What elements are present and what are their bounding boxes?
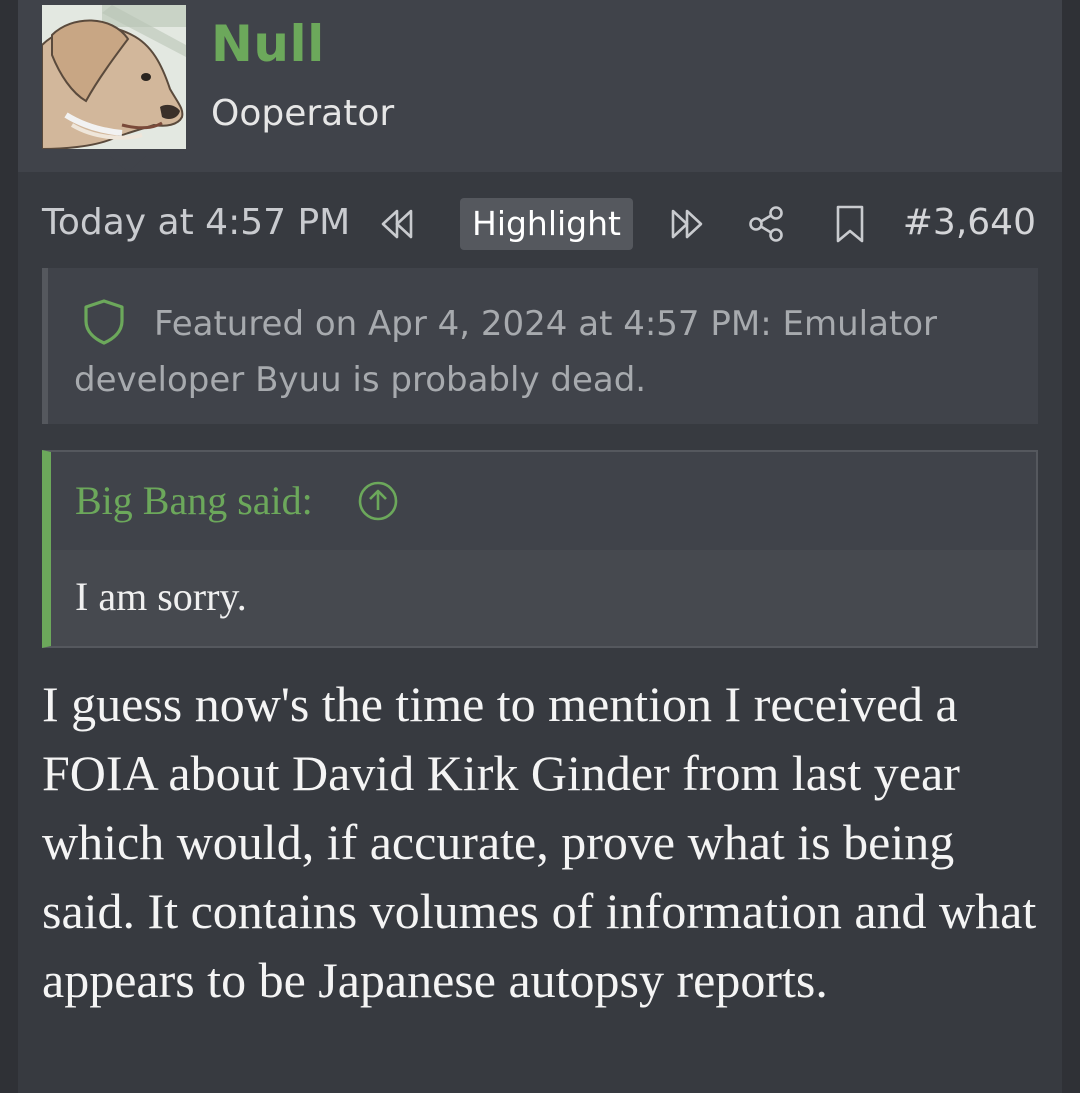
post-timestamp[interactable]: Today at 4:57 PM bbox=[42, 200, 350, 246]
quote-author[interactable]: Big Bang said: bbox=[75, 476, 313, 526]
previous-highlight-button[interactable] bbox=[376, 202, 420, 246]
post-meta-bar: Today at 4:57 PM Highlight #3,640 bbox=[18, 192, 1062, 256]
highlight-button[interactable]: Highlight bbox=[460, 198, 633, 250]
post-number-link[interactable]: #3,640 bbox=[903, 200, 1036, 246]
arrow-up-circle-icon[interactable] bbox=[357, 480, 399, 522]
rewind-icon bbox=[381, 209, 413, 239]
post-body-text: I guess now's the time to mention I rece… bbox=[42, 676, 1037, 1008]
share-icon bbox=[749, 206, 783, 242]
featured-text: Featured on Apr 4, 2024 at 4:57 PM: Emul… bbox=[74, 304, 938, 400]
username[interactable]: Null bbox=[211, 14, 325, 74]
quote-block: Big Bang said: I am sorry. bbox=[42, 450, 1038, 648]
bookmark-icon bbox=[836, 205, 864, 243]
share-button[interactable] bbox=[744, 202, 788, 246]
quote-body: I am sorry. bbox=[51, 550, 1036, 646]
next-highlight-button[interactable] bbox=[664, 202, 708, 246]
user-header: Null Ooperator bbox=[18, 0, 1062, 172]
forum-post: Null Ooperator Today at 4:57 PM Highligh… bbox=[18, 0, 1062, 1093]
quote-header: Big Bang said: bbox=[51, 452, 1036, 550]
fast-forward-icon bbox=[671, 209, 703, 239]
dog-avatar-image bbox=[42, 5, 186, 149]
quote-text: I am sorry. bbox=[75, 574, 247, 619]
bookmark-button[interactable] bbox=[828, 202, 872, 246]
user-title: Ooperator bbox=[211, 93, 395, 134]
post-body: I guess now's the time to mention I rece… bbox=[42, 670, 1042, 1015]
user-avatar[interactable] bbox=[42, 5, 186, 149]
featured-notice: Featured on Apr 4, 2024 at 4:57 PM: Emul… bbox=[42, 268, 1038, 424]
header-pointer bbox=[110, 156, 146, 172]
